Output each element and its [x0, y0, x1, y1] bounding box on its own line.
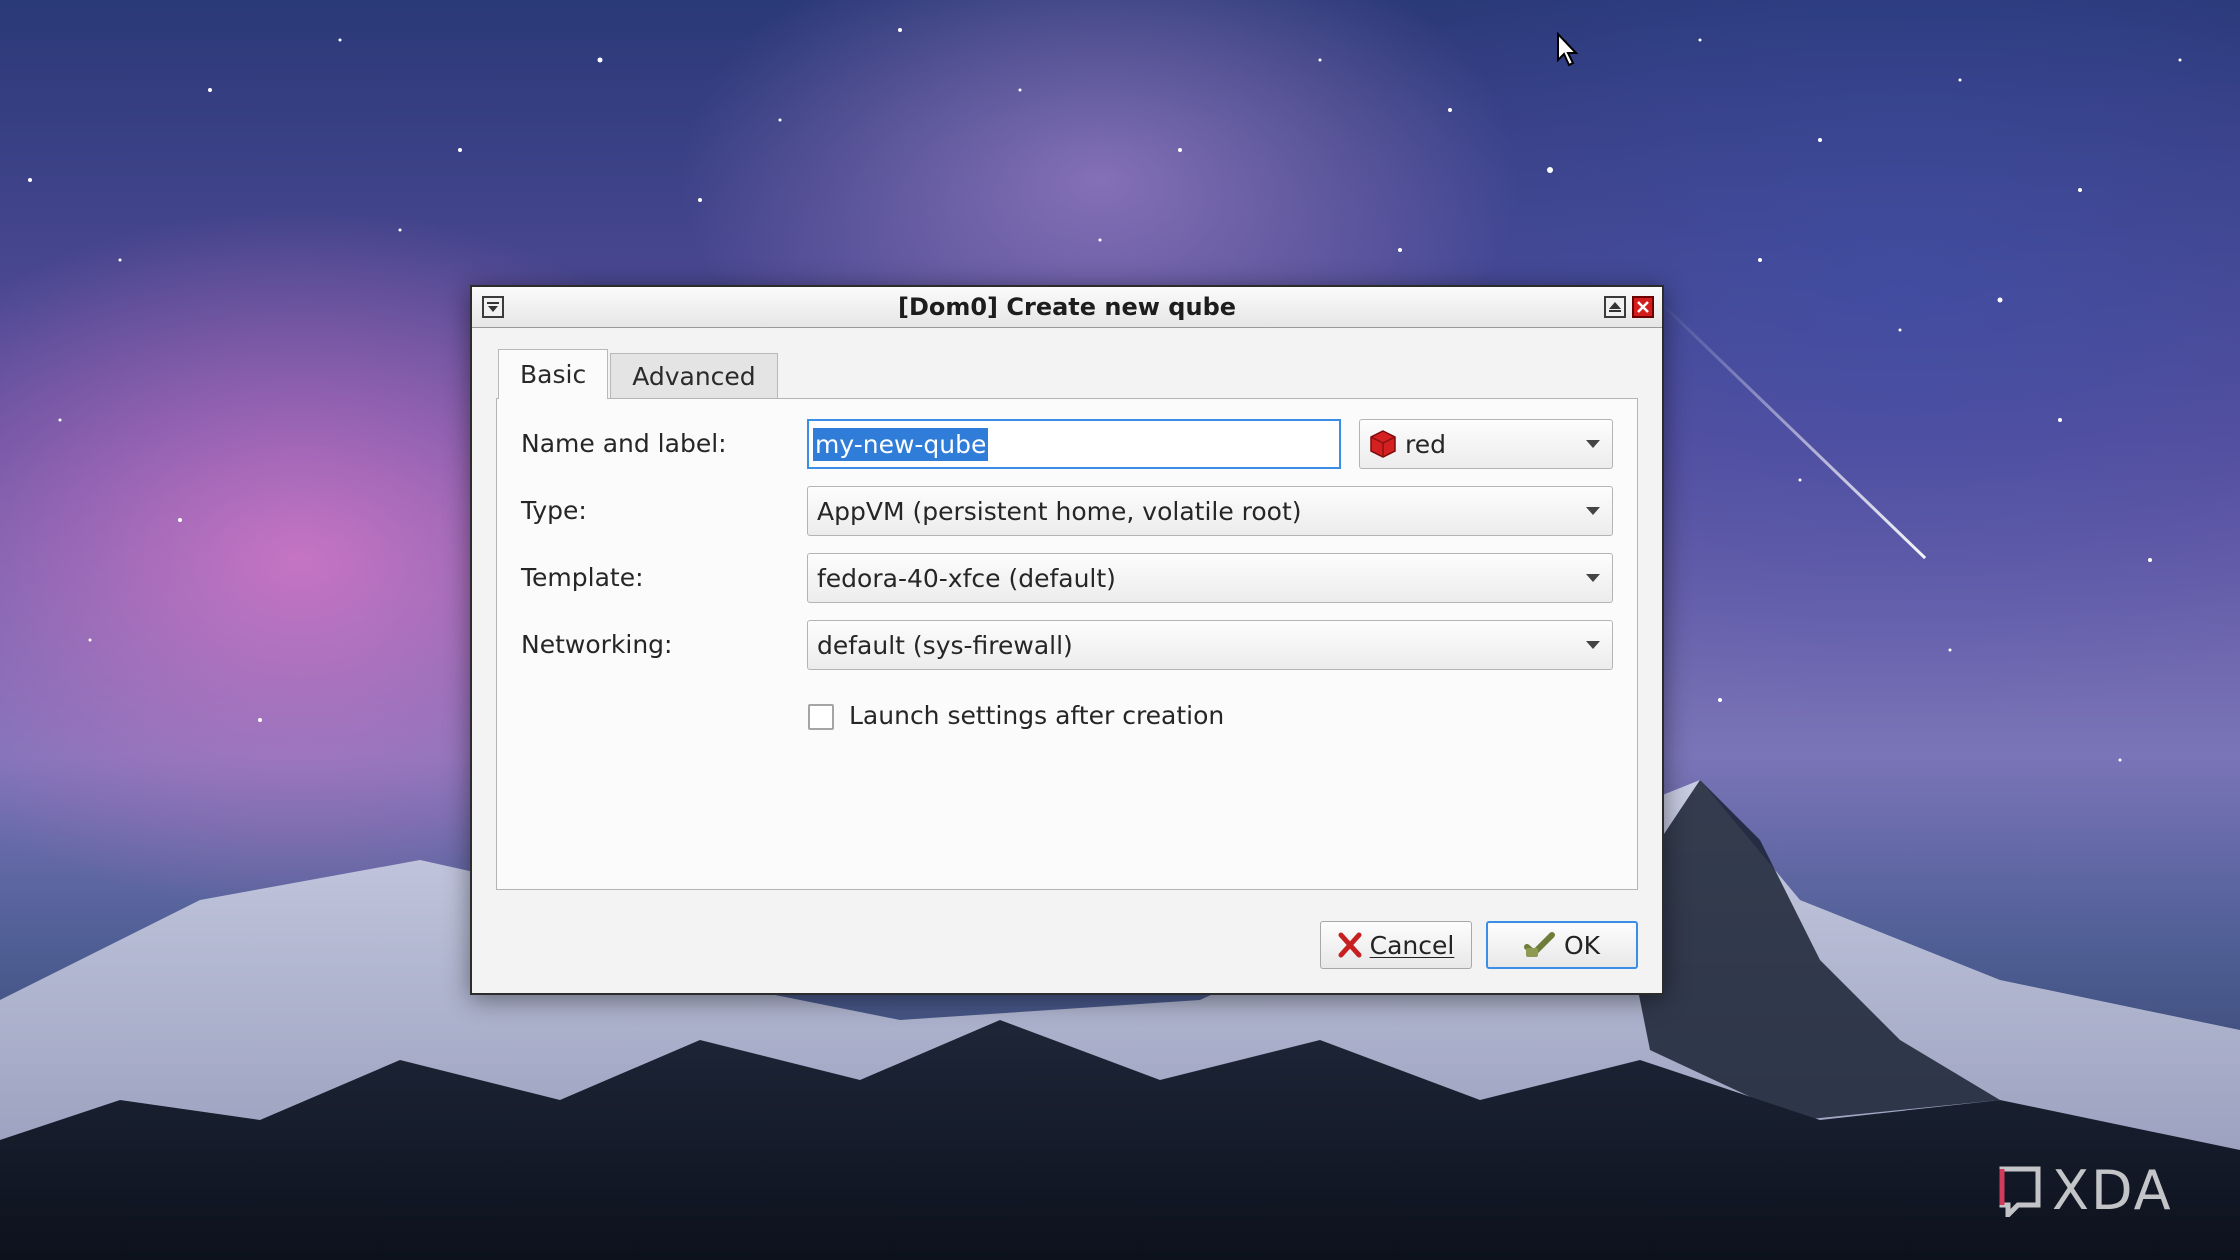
tab-basic[interactable]: Basic	[498, 349, 609, 399]
label-color-value: red	[1405, 429, 1446, 459]
template-value: fedora-40-xfce (default)	[817, 563, 1116, 593]
basic-tab-panel: Name and label: my-new-qube red Type: Ap…	[496, 398, 1638, 890]
red-cube-icon	[1370, 430, 1396, 458]
xda-watermark: XDA	[1998, 1158, 2173, 1222]
tab-bar: Basic Advanced	[498, 349, 780, 399]
cancel-label: Cancel	[1369, 930, 1455, 960]
close-icon	[1637, 301, 1649, 313]
ok-check-icon	[1523, 932, 1555, 957]
maximize-button[interactable]	[1604, 296, 1626, 318]
name-input-selected-text: my-new-qube	[813, 427, 989, 461]
launch-settings-checkbox[interactable]	[808, 704, 834, 730]
create-qube-dialog: [Dom0] Create new qube Basic Advanced Na…	[470, 285, 1664, 995]
networking-select[interactable]: default (sys-firewall)	[807, 620, 1613, 670]
networking-value: default (sys-firewall)	[817, 630, 1073, 660]
ok-button[interactable]: OK	[1486, 921, 1638, 969]
close-button[interactable]	[1632, 296, 1654, 318]
type-value: AppVM (persistent home, volatile root)	[817, 496, 1302, 526]
mouse-cursor-icon	[1557, 32, 1579, 67]
tab-advanced[interactable]: Advanced	[610, 353, 778, 399]
window-menu-icon	[487, 302, 499, 312]
chevron-down-icon	[1586, 440, 1600, 448]
cancel-x-icon	[1338, 932, 1362, 958]
networking-label: Networking:	[521, 630, 673, 659]
maximize-icon	[1609, 302, 1621, 312]
name-input[interactable]: my-new-qube	[807, 419, 1341, 469]
window-title: [Dom0] Create new qube	[897, 293, 1237, 321]
xda-logo-icon	[1998, 1165, 2042, 1222]
chevron-down-icon	[1586, 507, 1600, 515]
name-and-label-label: Name and label:	[521, 429, 727, 458]
title-bar[interactable]: [Dom0] Create new qube	[472, 287, 1662, 328]
label-color-select[interactable]: red	[1359, 419, 1613, 469]
window-menu-button[interactable]	[482, 296, 504, 318]
chevron-down-icon	[1586, 641, 1600, 649]
chevron-down-icon	[1586, 574, 1600, 582]
launch-settings-label[interactable]: Launch settings after creation	[849, 696, 1224, 736]
type-label: Type:	[521, 496, 587, 525]
type-select[interactable]: AppVM (persistent home, volatile root)	[807, 486, 1613, 536]
xda-watermark-text: XDA	[2052, 1158, 2173, 1222]
cancel-button[interactable]: Cancel	[1320, 921, 1472, 969]
ok-label: OK	[1563, 930, 1601, 960]
template-select[interactable]: fedora-40-xfce (default)	[807, 553, 1613, 603]
template-label: Template:	[521, 563, 644, 592]
